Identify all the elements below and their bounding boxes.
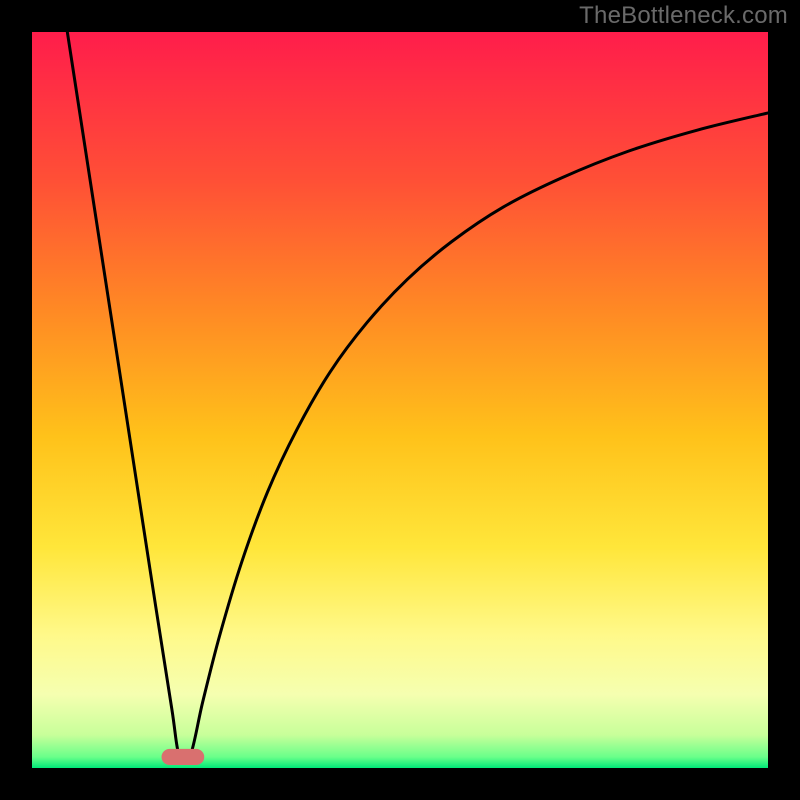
- chart-frame: TheBottleneck.com: [0, 0, 800, 800]
- plot-area: [32, 32, 768, 768]
- optimum-marker: [162, 749, 205, 765]
- watermark-text: TheBottleneck.com: [579, 2, 788, 30]
- plot-svg: [32, 32, 768, 768]
